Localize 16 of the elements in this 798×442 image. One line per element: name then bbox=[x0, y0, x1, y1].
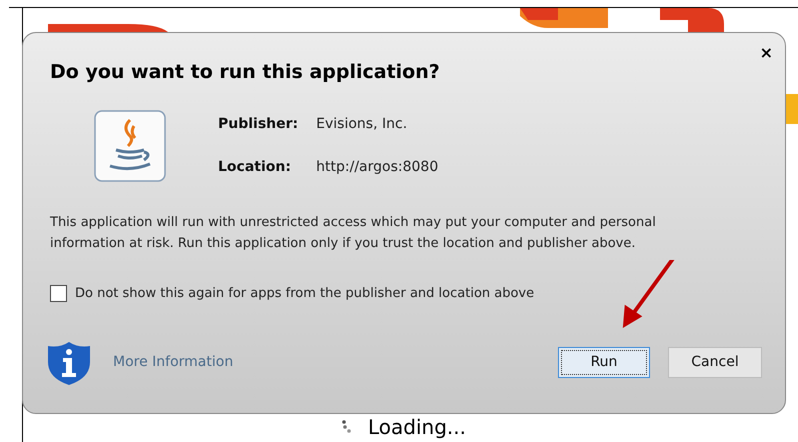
dialog-title: Do you want to run this application? bbox=[50, 63, 441, 82]
field-label: Location: bbox=[218, 158, 292, 177]
field-value: http://argos:8080 bbox=[316, 158, 438, 177]
loading-text: Loading... bbox=[368, 414, 466, 441]
info-shield-icon bbox=[46, 340, 92, 386]
field-value: Evisions, Inc. bbox=[316, 115, 408, 134]
dialog-button[interactable]: Cancel bbox=[668, 347, 762, 378]
close-button[interactable]: × bbox=[760, 41, 773, 65]
coffee-cup-icon bbox=[94, 110, 166, 182]
spinner-icon bbox=[342, 420, 354, 434]
field-label: Publisher: bbox=[218, 115, 298, 134]
checkbox-label: Do not show this again for apps from the publisher and location above bbox=[75, 285, 534, 303]
dialog-button[interactable]: Run bbox=[558, 347, 650, 378]
checkbox[interactable] bbox=[50, 285, 67, 302]
warning-text: This application will run with unrestricted access which may put your computer and personal information at risk. Run this application only if you trust the location and publisher above. bbox=[50, 214, 657, 253]
more-information-link[interactable]: More Information bbox=[113, 352, 234, 373]
